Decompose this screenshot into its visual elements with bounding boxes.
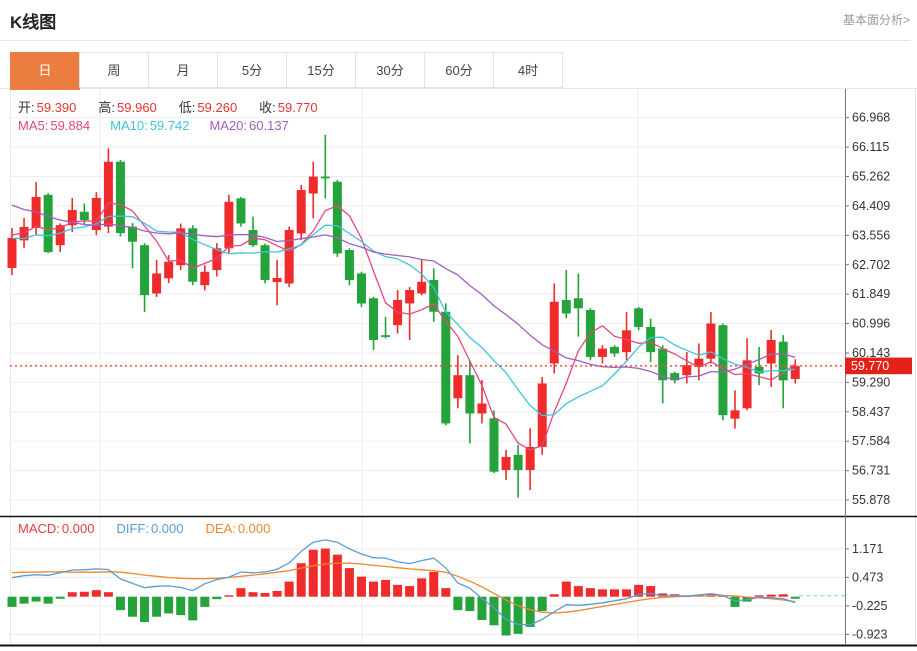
axis-tick-label: 59.290 bbox=[852, 375, 890, 389]
axis-tick-label: 64.409 bbox=[852, 199, 890, 213]
axis-tick-label: 0.473 bbox=[852, 570, 883, 584]
timeframe-tabbar: 日周月 5分 15分 30分 60分 4时 bbox=[10, 52, 563, 90]
ohlc-legend-item: 收: 59.770 bbox=[259, 100, 318, 115]
tab-日[interactable]: 日 bbox=[10, 52, 80, 90]
macd-legend: MACD: 0.000 DIFF: 0.000 DEA: 0.000 bbox=[18, 521, 270, 536]
axis-tick-label: 65.262 bbox=[852, 170, 890, 184]
tab-月[interactable]: 月 bbox=[148, 52, 218, 88]
ohlc-legend-item: 开: 59.390 bbox=[18, 100, 77, 115]
axis-tick-label: 55.878 bbox=[852, 493, 890, 507]
axis-tick-label: 62.702 bbox=[852, 258, 890, 272]
axis-tick-label: 66.968 bbox=[852, 111, 890, 125]
ma-legend-item: MA5: 59.884 bbox=[18, 118, 91, 133]
kline-widget: K线图 基本面分析> 日周月 5分 15分 30分 60分 4时 开: 59.390 高: 59… bbox=[0, 0, 917, 651]
axis-tick-label: 1.171 bbox=[852, 542, 883, 556]
axis-tick-label: -0.923 bbox=[852, 627, 887, 641]
axis-tick-label: 66.115 bbox=[852, 140, 889, 154]
tab-60分[interactable]: 60分 bbox=[424, 52, 494, 88]
ohlc-legend: 开: 59.390 高: 59.960 低: 59.260 收: 59.770 bbox=[18, 97, 318, 116]
macd-legend-item: MACD: 0.000 bbox=[18, 521, 95, 536]
ma-legend: MA5: 59.884 MA10: 59.742 MA20: 60.137 bbox=[18, 118, 289, 133]
tab-5分[interactable]: 5分 bbox=[217, 52, 287, 88]
tab-4时[interactable]: 4时 bbox=[493, 52, 563, 88]
axis-tick-label: -0.225 bbox=[852, 599, 887, 613]
current-price-value: 59.770 bbox=[851, 359, 889, 373]
axis-tick-label: 61.849 bbox=[852, 287, 890, 301]
tab-30分[interactable]: 30分 bbox=[355, 52, 425, 88]
axis-tick-label: 60.996 bbox=[852, 317, 890, 331]
axis-tick-label: 58.437 bbox=[852, 405, 890, 419]
axis-tick-label: 56.731 bbox=[852, 464, 890, 478]
tab-周[interactable]: 周 bbox=[79, 52, 149, 88]
macd-legend-item: DEA: 0.000 bbox=[205, 521, 271, 536]
ohlc-legend-item: 低: 59.260 bbox=[178, 100, 238, 115]
tab-15分[interactable]: 15分 bbox=[286, 52, 356, 88]
macd-legend-item: DIFF: 0.000 bbox=[116, 521, 184, 536]
axis-tick-label: 63.556 bbox=[852, 228, 890, 242]
ma-legend-item: MA10: 59.742 bbox=[110, 118, 190, 133]
ohlc-legend-item: 高: 59.960 bbox=[98, 100, 157, 115]
ma-legend-item: MA20: 60.137 bbox=[209, 118, 289, 133]
axis-tick-label: 57.584 bbox=[852, 434, 890, 448]
